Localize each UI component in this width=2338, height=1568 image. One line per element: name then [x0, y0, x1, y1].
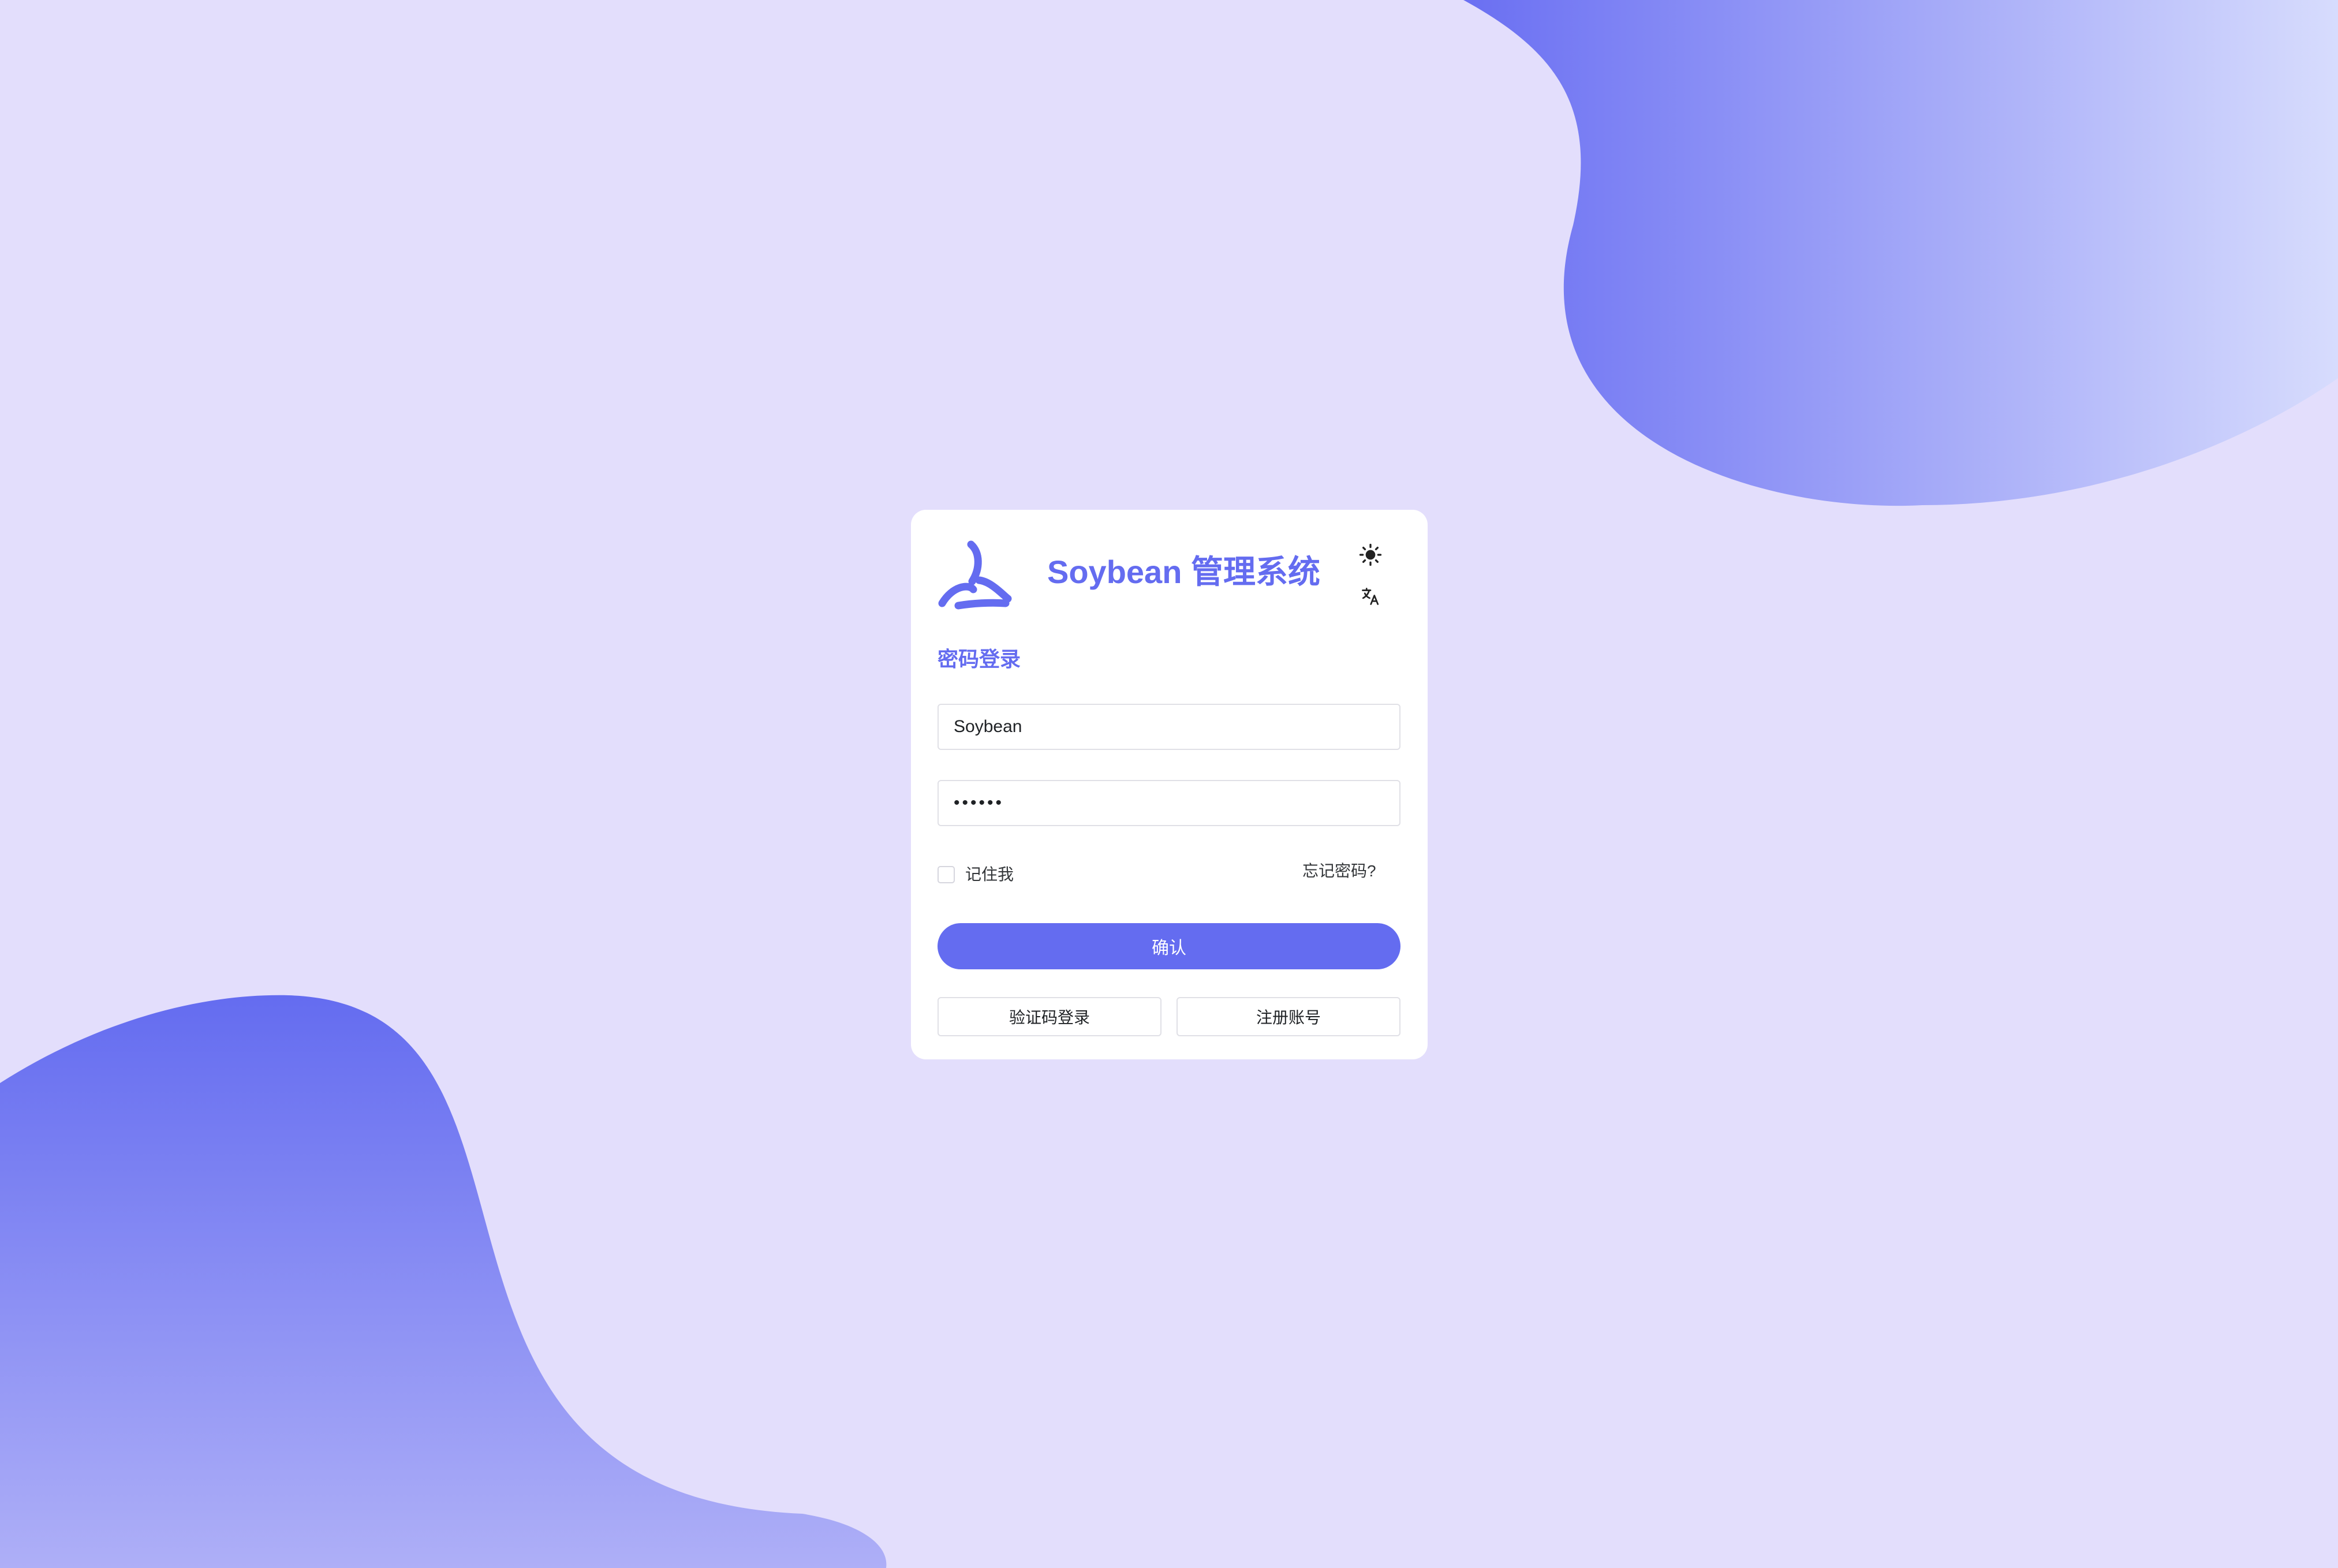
register-button[interactable]: 注册账号 — [1177, 997, 1400, 1036]
checkbox-box[interactable] — [938, 866, 955, 883]
translate-icon — [1362, 588, 1379, 605]
login-page: Soybean 管理系统 密码登录 Soybean 记住我 忘记密码? 确认 验… — [0, 0, 2338, 1568]
code-login-button[interactable]: 验证码登录 — [938, 997, 1161, 1036]
forgot-password-link[interactable]: 忘记密码? — [1302, 860, 1376, 883]
top-right-blob — [1463, 0, 2338, 506]
confirm-button[interactable]: 确认 — [938, 923, 1400, 969]
theme-toggle-button[interactable] — [1352, 536, 1389, 573]
login-mode-title: 密码登录 — [938, 647, 1021, 671]
soybean-logo-icon — [938, 540, 1012, 610]
app-title: Soybean 管理系统 — [1047, 554, 1320, 590]
language-switch-button[interactable] — [1352, 578, 1389, 615]
login-card: Soybean 管理系统 密码登录 Soybean 记住我 忘记密码? 确认 验… — [911, 510, 1428, 1059]
password-input[interactable] — [938, 780, 1400, 826]
sun-icon — [1359, 543, 1382, 566]
bottom-left-blob — [0, 995, 887, 1568]
remember-me-label: 记住我 — [965, 865, 1014, 883]
remember-me-checkbox[interactable]: 记住我 — [938, 863, 1014, 886]
username-input[interactable] — [938, 704, 1400, 750]
